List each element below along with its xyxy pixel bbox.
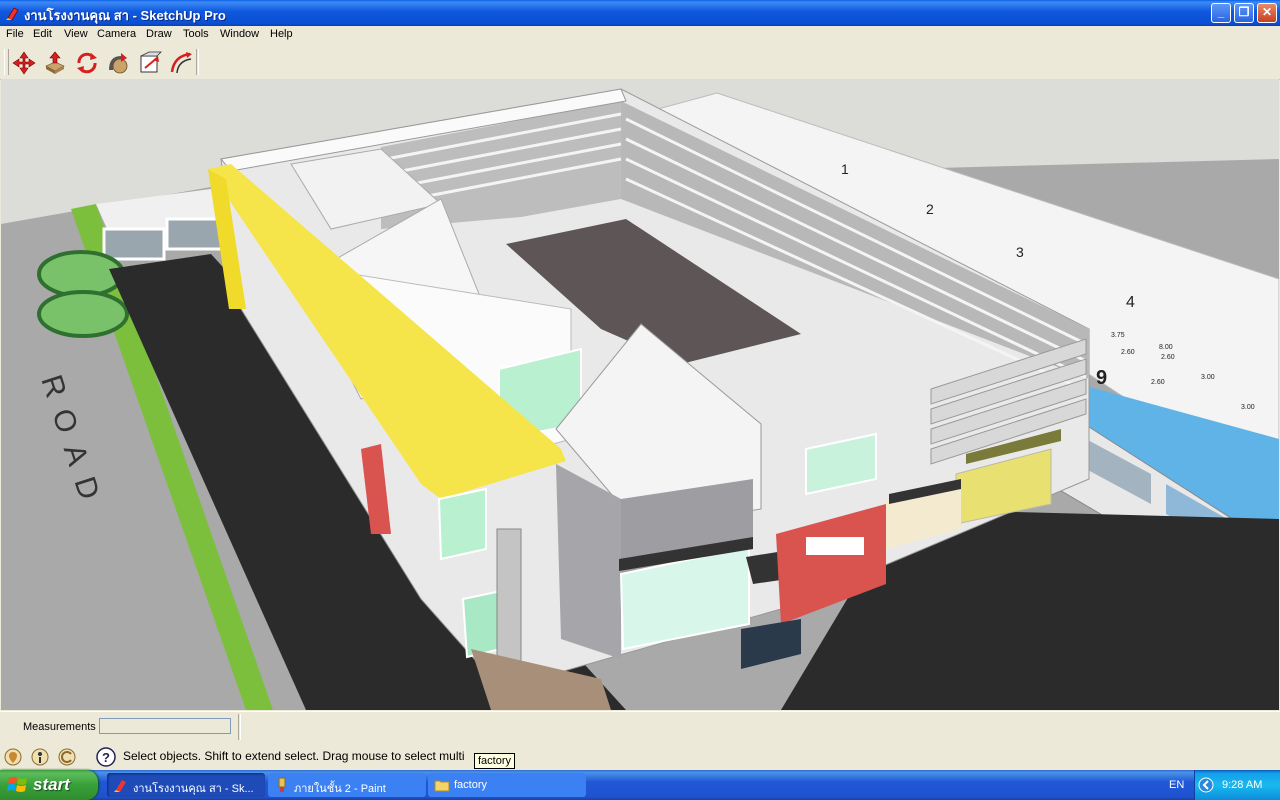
scale-tool-icon[interactable] (137, 50, 163, 76)
toolbar-grip[interactable] (4, 49, 9, 75)
taskbar-item-sketchup[interactable]: งานโรงงานคุณ สา - Sk... (107, 773, 265, 797)
start-button[interactable]: start (0, 770, 98, 800)
sketchup-app-icon (6, 7, 19, 21)
measurements-separator (238, 714, 241, 740)
menu-view[interactable]: View (64, 28, 88, 40)
help-icon[interactable]: ? (96, 747, 116, 767)
measurements-input[interactable] (99, 718, 231, 734)
svg-text:9: 9 (1096, 367, 1107, 389)
left-window (102, 227, 166, 261)
minimize-button[interactable]: _ (1211, 3, 1231, 23)
sketchup-icon (114, 780, 126, 792)
svg-text:8.00: 8.00 (1159, 344, 1173, 351)
taskbar-item-label: ภายในชั้น 2 - Paint (294, 783, 386, 795)
toolbar-separator (196, 49, 199, 75)
svg-text:2.60: 2.60 (1161, 354, 1175, 361)
close-button[interactable]: ✕ (1257, 3, 1277, 23)
restore-button[interactable]: ❐ (1234, 3, 1254, 23)
svg-text:3.00: 3.00 (1201, 374, 1215, 381)
tooltip: factory (474, 753, 516, 769)
svg-text:3.75: 3.75 (1111, 332, 1125, 339)
move-tool-icon[interactable] (11, 50, 37, 76)
svg-text:2.60: 2.60 (1151, 379, 1165, 386)
status-bar: ? Select objects. Shift to extend select… (0, 742, 1280, 770)
menu-edit[interactable]: Edit (33, 28, 52, 40)
left-window (165, 217, 225, 251)
sign-in-icon[interactable] (58, 748, 76, 766)
tree-top (37, 250, 125, 298)
menu-draw[interactable]: Draw (146, 28, 172, 40)
offset-tool-icon[interactable] (168, 50, 194, 76)
start-label: start (33, 775, 70, 794)
folder-icon (434, 780, 450, 792)
tray-expand-icon[interactable] (1198, 777, 1214, 793)
svg-text:2.60: 2.60 (1121, 349, 1135, 356)
status-text: Select objects. Shift to extend select. … (123, 749, 465, 763)
front-window (437, 487, 487, 561)
measurements-label: Measurements (23, 721, 96, 733)
paint-icon (278, 777, 286, 792)
menu-camera[interactable]: Camera (97, 28, 136, 40)
taskbar-item-label: factory (454, 779, 488, 791)
drawing-viewport[interactable]: ROAD 1 2 3 4 9 3.75 2.60 2.60 3.00 2.60 … (1, 79, 1279, 710)
credits-icon[interactable] (31, 748, 49, 766)
taskbar: start งานโรงงานคุณ สา - Sk... ภายในชั้น … (0, 770, 1280, 800)
menu-help[interactable]: Help (270, 28, 293, 40)
tree-top (37, 290, 129, 338)
menu-file[interactable]: File (6, 28, 24, 40)
scene-canvas[interactable]: ROAD 1 2 3 4 9 3.75 2.60 2.60 3.00 2.60 … (1, 79, 1279, 710)
svg-text:?: ? (102, 750, 110, 765)
window-title: งานโรงงานคุณ สา - SketchUp Pro (24, 8, 226, 23)
geo-location-icon[interactable] (4, 748, 22, 766)
taskbar-item-factory[interactable]: factory (428, 773, 586, 797)
red-wall-window (806, 537, 864, 555)
language-indicator[interactable]: EN (1169, 779, 1184, 791)
front-window (461, 589, 502, 659)
svg-text:2: 2 (926, 201, 934, 217)
taskbar-item-label: งานโรงงานคุณ สา - Sk... (133, 783, 254, 795)
svg-text:1: 1 (841, 161, 849, 177)
windows-logo-icon (7, 777, 27, 792)
taskbar-item-paint[interactable]: ภายในชั้น 2 - Paint (268, 773, 426, 797)
svg-text:3: 3 (1016, 244, 1024, 260)
measurements-bar: Measurements (0, 711, 1280, 743)
rotate-tool-icon[interactable] (74, 50, 100, 76)
menu-window[interactable]: Window (220, 28, 259, 40)
push-pull-tool-icon[interactable] (42, 50, 68, 76)
menu-bar: File Edit View Camera Draw Tools Window … (0, 26, 1280, 44)
clock: 9:28 AM (1222, 779, 1263, 791)
svg-text:3.00: 3.00 (1241, 404, 1255, 411)
title-bar[interactable]: งานโรงงานคุณ สา - SketchUp Pro _ ❐ ✕ (0, 0, 1280, 26)
follow-me-tool-icon[interactable] (105, 50, 131, 76)
svg-text:4: 4 (1126, 294, 1135, 311)
menu-tools[interactable]: Tools (183, 28, 209, 40)
